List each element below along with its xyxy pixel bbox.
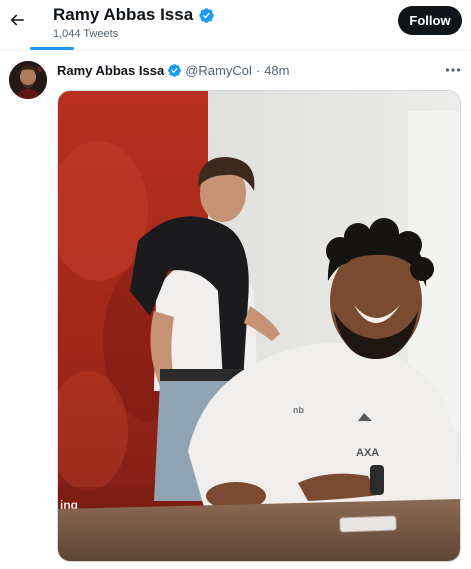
back-arrow-icon (10, 14, 24, 26)
tweet-article[interactable]: Ramy Abbas Issa @RamyCol · 48m ing nb AX… (0, 51, 471, 569)
more-options-button[interactable] (444, 63, 462, 77)
tweet-header: Ramy Abbas Issa @RamyCol · 48m (57, 62, 289, 79)
author-name[interactable]: Ramy Abbas Issa (57, 62, 164, 79)
avatar[interactable] (9, 61, 47, 99)
verified-badge-icon (199, 7, 214, 23)
more-dots-icon (445, 68, 461, 72)
tweet-timestamp[interactable]: 48m (264, 62, 289, 79)
svg-text:nb: nb (293, 405, 304, 415)
header-title-block: Ramy Abbas Issa 1,044 Tweets (53, 4, 215, 41)
tweet-count: 1,044 Tweets (53, 28, 119, 40)
svg-text:AXA: AXA (356, 447, 379, 459)
header-name-text: Ramy Abbas Issa (53, 5, 194, 24)
meta-separator: · (255, 63, 261, 78)
verified-badge-icon (168, 64, 182, 77)
verified-badge (167, 63, 182, 78)
author-handle[interactable]: @RamyCol (185, 62, 252, 79)
follow-button[interactable]: Follow (398, 6, 462, 35)
header-display-name: Ramy Abbas Issa (53, 4, 215, 26)
profile-header: Ramy Abbas Issa 1,044 Tweets Follow (0, 0, 471, 50)
back-button[interactable] (6, 9, 28, 31)
media-scene: ing nb AXA (58, 91, 460, 561)
tweet-media[interactable]: ing nb AXA (57, 90, 461, 562)
avatar-image (9, 61, 47, 99)
